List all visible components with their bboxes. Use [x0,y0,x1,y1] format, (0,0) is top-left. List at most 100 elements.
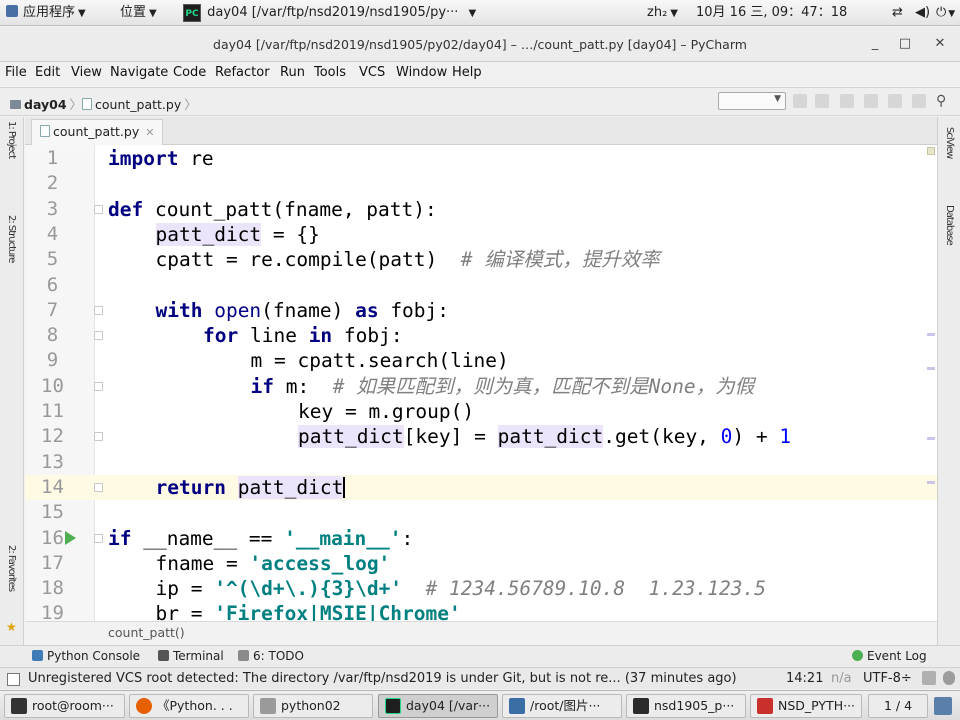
chevron-down-icon: ▼ [78,8,86,19]
menu-window[interactable]: Window [396,65,447,80]
task-python02[interactable]: python02 [253,694,373,718]
menu-tools[interactable]: Tools [314,65,346,80]
code-line[interactable]: 13 [25,450,937,475]
close-button[interactable]: ✕ [930,35,950,53]
menu-view[interactable]: View [71,65,102,80]
code-line[interactable]: 14 return patt_dict [25,474,937,500]
fold-marker-icon[interactable] [94,331,103,341]
code-line[interactable]: 15 [25,500,937,525]
code-line[interactable]: 2 [25,171,937,196]
menu-navigate[interactable]: Navigate [110,65,168,80]
caret-position[interactable]: 14:21 [786,671,823,686]
code-line[interactable]: 7 with open(fname) as fobj: [25,298,937,323]
clock[interactable]: 10月 16 三, 09：47：18 [696,0,847,26]
breadcrumb-project[interactable]: day04 〉 [10,94,82,113]
star-icon: ★ [6,620,17,634]
editor-scrollbar[interactable] [925,145,937,621]
code-line[interactable]: 11 key = m.group() [25,399,937,424]
code-editor[interactable]: 1 import re 2 3 def count_patt(fname, patt):… [25,145,937,621]
sciview-tool-tab[interactable]: SciView [944,127,955,158]
folder-icon [10,100,21,109]
run-gutter-icon[interactable] [65,530,76,545]
task-terminal[interactable]: root@room··· [4,694,125,718]
favorites-tool-tab[interactable]: 2: Favorites [6,545,17,591]
active-window-button[interactable]: PC day04 [/var/ftp/nsd2019/nsd1905/py···… [183,0,476,26]
toggle-tool-windows-icon[interactable] [7,673,20,686]
fold-marker-icon[interactable] [94,305,103,315]
top-panel: 应用程序 ▼ 位置 ▼ PC day04 [/var/ftp/nsd2019/nsd… [0,0,960,26]
debug-icon[interactable] [815,94,829,108]
code-line[interactable]: 12 patt_dict[key] = patt_dict.get(key, 0)… [25,424,937,449]
task-nsd1905[interactable]: nsd1905_p··· [626,694,746,718]
keyboard-layout[interactable]: zh₂ ▼ [647,0,678,26]
menu-run[interactable]: Run [280,65,305,80]
places-menu[interactable]: 位置 ▼ [120,0,157,26]
network-icon[interactable]: ⇄ [892,0,903,26]
code-line[interactable]: 1 import re [25,146,937,171]
apps-menu[interactable]: 应用程序 ▼ [6,0,86,26]
menu-refactor[interactable]: Refactor [215,65,270,80]
lock-icon[interactable] [922,671,936,685]
close-tab-icon[interactable]: ✕ [145,126,154,139]
inspector-icon[interactable] [943,671,955,685]
task-nsd-python[interactable]: NSD_PYTH··· [750,694,862,718]
terminal-tab[interactable]: Terminal [158,649,224,663]
code-line[interactable]: 16 if __name__ == '__main__': [25,526,937,551]
line-number: 5 [46,248,59,271]
run-configuration-select[interactable]: ▼ [718,92,786,110]
line-number: 15 [41,501,64,524]
breadcrumb-file[interactable]: count_patt.py 〉 [82,94,197,113]
run-icon[interactable] [793,94,807,108]
document-icon [757,698,773,714]
code-line[interactable]: 6 [25,273,937,298]
menu-vcs[interactable]: VCS [359,65,385,80]
menu-edit[interactable]: Edit [35,65,60,80]
function-breadcrumb[interactable]: count_patt() [108,625,185,640]
menu-file[interactable]: File [5,65,27,80]
todo-tab[interactable]: 6: TODO [238,649,304,663]
code-line[interactable]: 19 br = 'Firefox|MSIE|Chrome' [25,601,937,621]
code-line[interactable]: 3 def count_patt(fname, patt): [25,197,937,222]
coverage-icon[interactable] [840,94,854,108]
python-console-tab[interactable]: Python Console [32,649,140,663]
code-line[interactable]: 17 fname = 'access_log' [25,551,937,576]
file-encoding[interactable]: UTF-8÷ [863,671,912,686]
task-firefox[interactable]: 《Python. . . [129,694,249,718]
menu-help[interactable]: Help [452,65,482,80]
volume-icon[interactable]: ◀) [915,0,930,26]
code-line[interactable]: 5 cpatt = re.compile(patt) # 编译模式，提升效率 [25,247,937,272]
desktop-icon[interactable] [934,697,952,715]
database-tool-tab[interactable]: Database [944,205,955,245]
task-pycharm[interactable]: day04 [/var··· [378,694,498,718]
maximize-button[interactable]: □ [895,35,915,53]
code-line[interactable]: 10 if m: # 如果匹配到，则为真，匹配不到是None，为假 [25,374,937,399]
chevron-down-icon: ▼ [149,8,157,19]
line-separator[interactable]: n/a [831,671,852,686]
fold-marker-icon[interactable] [94,381,103,391]
fold-marker-icon[interactable] [94,204,103,214]
profile-icon[interactable] [864,94,878,108]
code-line[interactable]: 18 ip = '^(\d+\.){3}\d+' # 1234.56789.10.… [25,576,937,601]
menu-code[interactable]: Code [173,65,206,80]
project-tool-tab[interactable]: 1: Project [6,121,17,158]
stop-icon[interactable] [912,94,926,108]
power-icon[interactable]: ⏻ ▼ [936,0,955,26]
editor-tab[interactable]: count_patt.py ✕ [31,119,164,145]
code-line[interactable]: 8 for line in fobj: [25,323,937,348]
workspace-switcher[interactable]: 1 / 4 [868,694,928,718]
search-icon[interactable]: ⚲ [936,93,946,109]
task-file-manager[interactable]: /root/图片··· [502,694,622,718]
fold-marker-icon[interactable] [94,432,103,442]
code-text: m = cpatt.search(line) [250,349,509,373]
event-log-tab[interactable]: Event Log [852,649,927,663]
code-text: patt_dict[key] = patt_dict.get(key, 0) +… [298,425,792,449]
fold-marker-icon[interactable] [94,533,103,543]
structure-tool-tab[interactable]: 2: Structure [6,215,17,262]
status-message[interactable]: Unregistered VCS root detected: The dire… [28,671,737,686]
code-line[interactable]: 4 patt_dict = {} [25,222,937,247]
minimize-button[interactable]: _ [865,35,885,53]
document-icon [260,698,276,714]
code-line[interactable]: 9 m = cpatt.search(line) [25,348,937,373]
fold-marker-icon[interactable] [94,482,103,492]
concurrency-icon[interactable] [888,94,902,108]
